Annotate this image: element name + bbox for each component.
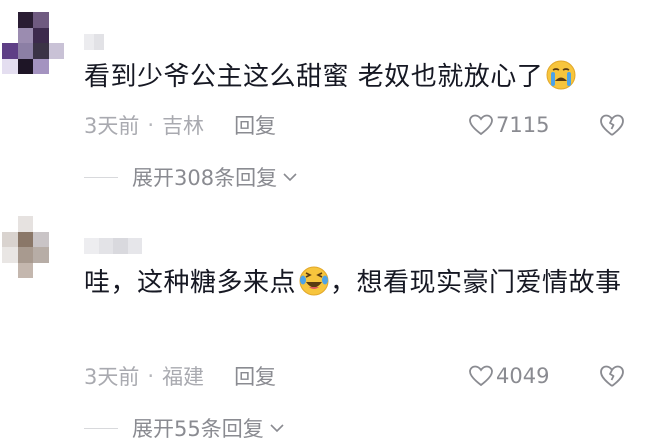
heart-icon (469, 114, 493, 136)
chevron-down-icon (270, 424, 284, 433)
username-blurred[interactable] (84, 34, 104, 50)
like-count: 4049 (496, 364, 550, 388)
comment-text-before: 哇，这种糖多来点 (84, 268, 297, 298)
expand-replies-label: 展开308条回复 (132, 166, 278, 190)
broken-heart-icon[interactable] (598, 112, 626, 138)
username-blurred[interactable] (84, 238, 142, 254)
crying-face-icon (546, 60, 576, 90)
avatar[interactable] (2, 12, 64, 74)
expand-replies-button[interactable]: 展开308条回复 (84, 162, 299, 192)
like-count: 7115 (496, 113, 550, 137)
divider-line (84, 427, 118, 429)
like-button[interactable]: 7115 (468, 110, 549, 140)
ip-location: 福建 (162, 365, 205, 389)
timestamp: 3天前 (84, 114, 140, 138)
chevron-down-icon (283, 173, 297, 182)
comment-list: 看到少爷公主这么甜蜜 老奴也就放心了 3天前 · 吉林 回复 7115 展开30… (0, 0, 652, 444)
like-button[interactable]: 4049 (468, 361, 549, 391)
reply-button[interactable]: 回复 (234, 110, 276, 140)
comment-text: 哇，这种糖多来点 ，想看现实豪门爱情故事 (84, 262, 632, 304)
reply-button[interactable]: 回复 (234, 361, 276, 391)
ip-location: 吉林 (162, 114, 205, 138)
comment-text: 看到少爷公主这么甜蜜 老奴也就放心了 (84, 56, 632, 98)
comment-meta: 3天前 · 吉林 回复 7115 (84, 110, 632, 140)
expand-replies-button[interactable]: 展开55条回复 (84, 413, 286, 443)
comment-text-content: 看到少爷公主这么甜蜜 老奴也就放心了 (84, 62, 544, 92)
broken-heart-icon[interactable] (598, 363, 626, 389)
expand-replies-label: 展开55条回复 (132, 417, 264, 441)
comment-meta: 3天前 · 福建 回复 4049 (84, 361, 632, 391)
divider-line (84, 176, 118, 178)
laughing-crying-face-icon (299, 266, 329, 296)
separator-dot: · (147, 113, 155, 137)
heart-icon (469, 365, 493, 387)
separator-dot: · (147, 364, 155, 388)
comment-text-after: ，想看现实豪门爱情故事 (330, 268, 622, 298)
timestamp: 3天前 (84, 365, 140, 389)
avatar[interactable] (2, 216, 64, 278)
